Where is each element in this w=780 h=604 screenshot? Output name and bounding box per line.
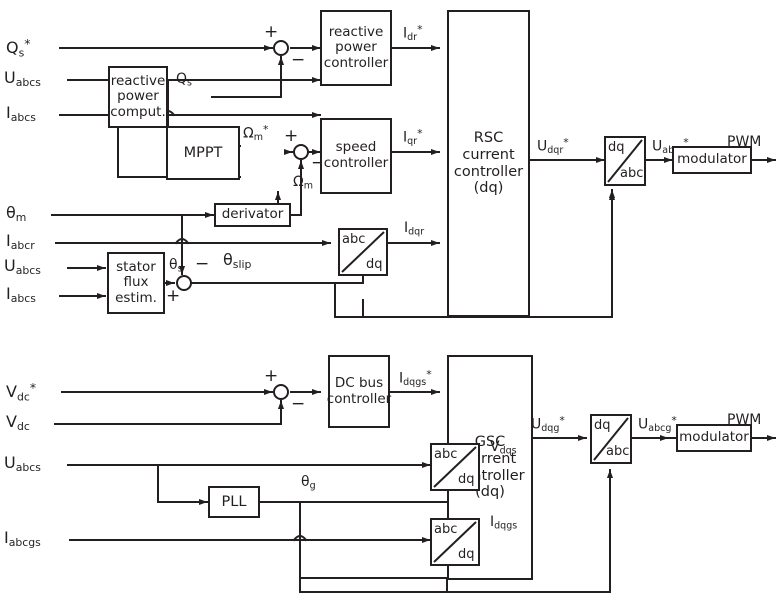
signal-label-theta-s: θs: [169, 257, 183, 275]
block-derivator[interactable]: derivator: [214, 203, 291, 227]
signal-label-idr-ref: Idr*: [403, 23, 423, 44]
signal-label-theta-slip: θslip: [223, 250, 252, 272]
signal-label-iqr-ref: Iqr*: [403, 127, 423, 148]
input-label-uabcs-grid: Uabcs: [4, 453, 41, 475]
input-label-qs-ref: Qs*: [6, 36, 31, 60]
input-label-uabcs-2: Uabcs: [4, 256, 41, 278]
transform-dq-abc-gsc-top-label: dq: [594, 418, 611, 433]
sum-qs-plus-sign: +: [264, 22, 279, 42]
transform-dq-abc-rsc-bottom-label: abc: [620, 166, 644, 181]
transform-abc-dq-rotor-bottom-label: dq: [366, 257, 383, 272]
input-label-vdc-ref: Vdc*: [6, 380, 37, 404]
signal-label-udqg-ref: Udqg*: [531, 414, 565, 435]
block-stator-flux-estim[interactable]: stator flux estim.: [107, 252, 165, 314]
block-mppt[interactable]: MPPT: [166, 126, 240, 180]
transform-abc-dq-rotor[interactable]: abc dq: [338, 228, 388, 276]
summing-junction-omega: [293, 144, 309, 160]
transform-dq-abc-rsc[interactable]: dq abc: [604, 136, 646, 186]
signal-label-idqr: Idqr: [404, 220, 425, 238]
signal-label-idqgs-ref: Idqgs*: [399, 368, 432, 389]
input-label-theta-m: θm: [6, 203, 27, 225]
signal-label-omega-m-ref: Ωm*: [243, 123, 269, 144]
block-modulator-rsc[interactable]: modulator: [672, 146, 752, 174]
transform-abc-dq-grid-current-top-label: abc: [434, 522, 458, 537]
block-reactive-power-comput[interactable]: reactive power comput.: [108, 66, 168, 128]
transform-abc-dq-grid-current-bottom-label: dq: [458, 547, 475, 562]
signal-label-uabcg-ref: Uabcg*: [638, 414, 677, 435]
signal-label-qs: Qs: [176, 71, 192, 89]
block-pll[interactable]: PLL: [208, 486, 260, 518]
sum-qs-minus-sign: −: [291, 50, 306, 70]
summing-junction-qs: [273, 40, 289, 56]
input-label-uabcs: Uabcs: [4, 68, 41, 90]
sum-vdc-plus-sign: +: [264, 366, 279, 386]
sum-vdc-minus-sign: −: [291, 394, 306, 414]
transform-dq-abc-gsc-bottom-label: abc: [606, 444, 630, 459]
signal-label-omega-m: Ωm: [293, 174, 313, 192]
transform-abc-dq-grid-voltage-top-label: abc: [434, 447, 458, 462]
block-diagram-canvas: Qs* Uabcs Iabcs reactive power comput. M…: [0, 0, 780, 604]
transform-abc-dq-grid-voltage[interactable]: abc dq: [430, 443, 480, 491]
sum-omega-plus-sign: +: [284, 126, 299, 146]
block-speed-controller[interactable]: speed controller: [320, 118, 392, 194]
signal-label-pwm-rsc: PWM: [727, 134, 762, 150]
sum-theta-slip-plus-sign: +: [166, 286, 181, 306]
signal-label-vdqs: Vdqs: [490, 439, 517, 457]
input-label-iabcs-2: Iabcs: [6, 284, 36, 306]
transform-abc-dq-grid-voltage-bottom-label: dq: [458, 472, 475, 487]
signal-label-pwm-gsc: PWM: [727, 412, 762, 428]
transform-dq-abc-rsc-top-label: dq: [608, 140, 625, 155]
sum-theta-slip-minus-sign: −: [195, 254, 210, 274]
transform-dq-abc-gsc[interactable]: dq abc: [590, 414, 632, 464]
block-dc-bus-controller[interactable]: DC bus controller: [327, 355, 391, 428]
summing-junction-vdc: [273, 384, 289, 400]
input-label-iabcgs: Iabcgs: [4, 528, 41, 550]
transform-abc-dq-grid-current[interactable]: abc dq: [430, 518, 480, 566]
block-reactive-power-controller[interactable]: reactive power controller: [320, 10, 392, 86]
input-label-iabcs: Iabcs: [6, 103, 36, 125]
input-label-iabcr: Iabcr: [6, 231, 35, 253]
block-rsc-current-controller[interactable]: RSC current controller (dq): [447, 10, 530, 317]
signal-label-idqgs: Idqgs: [490, 514, 518, 532]
signal-label-theta-g: θg: [301, 474, 316, 492]
input-label-vdc: Vdc: [6, 412, 30, 434]
signal-label-udqr-ref: Udqr*: [537, 136, 569, 157]
block-modulator-gsc[interactable]: modulator: [676, 424, 752, 452]
transform-abc-dq-rotor-top-label: abc: [342, 232, 366, 247]
